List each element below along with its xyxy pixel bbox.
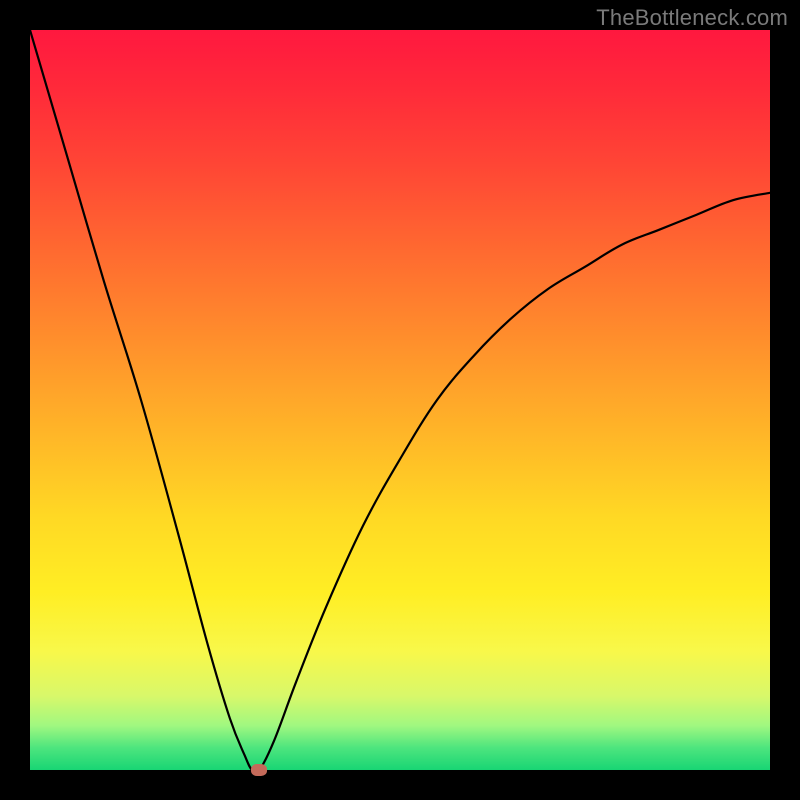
watermark-text: TheBottleneck.com	[596, 5, 788, 31]
chart-frame: TheBottleneck.com	[0, 0, 800, 800]
bottleneck-curve	[30, 30, 770, 770]
minimum-marker	[251, 764, 267, 776]
plot-area	[30, 30, 770, 770]
